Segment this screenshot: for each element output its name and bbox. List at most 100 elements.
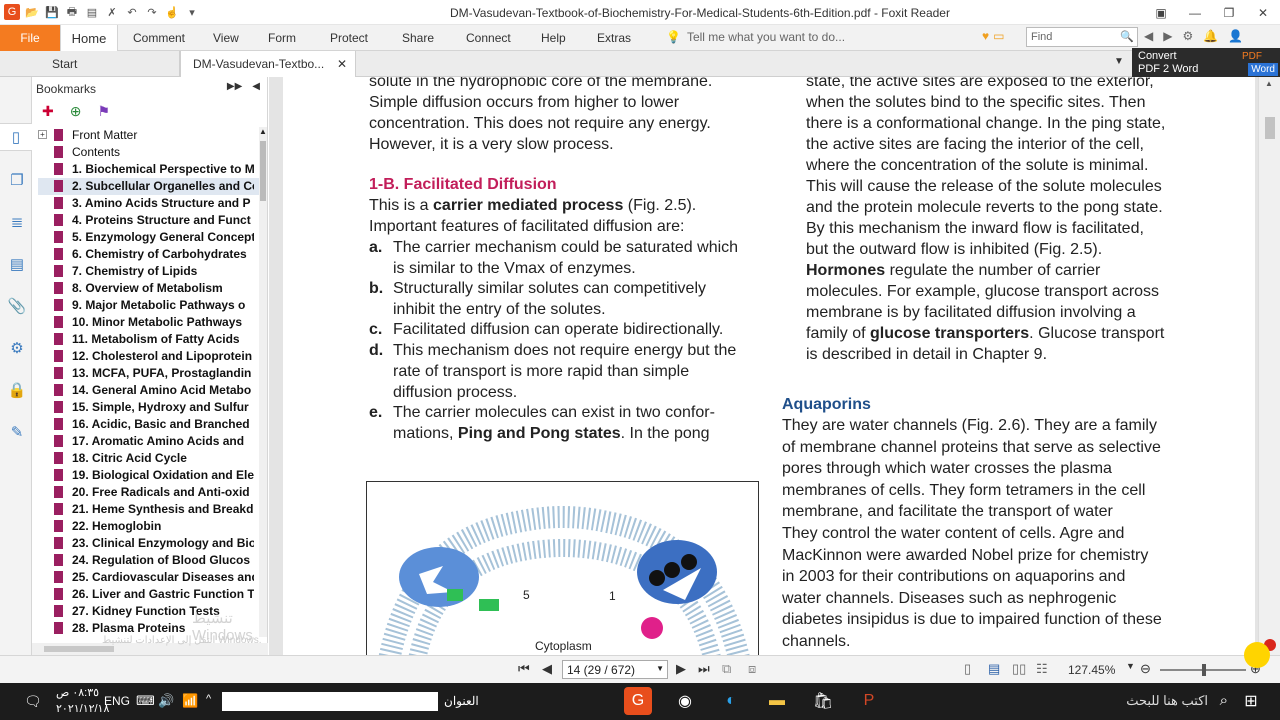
chrome-icon[interactable]: ◉ — [670, 687, 700, 715]
bookmark-item[interactable]: 10. Minor Metabolic Pathways — [38, 314, 262, 331]
input-language[interactable]: ENG — [104, 694, 130, 708]
open-folder-icon[interactable]: 📂 — [24, 4, 40, 20]
fit-width-icon[interactable]: ⧈ — [748, 661, 756, 677]
properties-icon[interactable]: ▤ — [84, 4, 100, 20]
tray-chevron-icon[interactable]: ^ — [206, 693, 211, 705]
previous-page-icon[interactable]: ◀ — [542, 661, 552, 677]
tab-start[interactable]: Start — [40, 51, 180, 77]
taskbar-search-icon[interactable]: ⌕ — [1220, 692, 1228, 709]
facing-page-icon[interactable]: ▯▯ — [1012, 661, 1026, 677]
store-icon[interactable]: 🛍 — [808, 687, 838, 715]
address-toolbar-input[interactable] — [222, 692, 438, 711]
bookmark-item[interactable]: 20. Free Radicals and Anti-oxid — [38, 484, 262, 501]
bookmark-item[interactable]: 13. MCFA, PUFA, Prostaglandin — [38, 365, 262, 382]
forward-icon[interactable]: ▶ — [1163, 29, 1172, 43]
search-icon[interactable]: 🔍 — [1120, 30, 1134, 43]
pages-panel-icon[interactable]: ❐ — [6, 169, 28, 191]
tab-comment[interactable]: Comment — [133, 31, 185, 45]
zoom-out-icon[interactable]: ⊖ — [1140, 661, 1151, 677]
bookmark-item[interactable]: + Front Matter — [38, 127, 262, 144]
tab-share[interactable]: Share — [402, 31, 434, 45]
customize-dropdown-icon[interactable]: ▾ — [184, 4, 200, 20]
bookmark-item[interactable]: 4. Proteins Structure and Funct — [38, 212, 262, 229]
bookmark-item[interactable]: 17. Aromatic Amino Acids and — [38, 433, 262, 450]
bookmark-item[interactable]: 3. Amino Acids Structure and P — [38, 195, 262, 212]
bookmark-item[interactable]: 24. Regulation of Blood Glucos — [38, 552, 262, 569]
fit-page-icon[interactable]: ⧉ — [722, 661, 731, 677]
tab-file[interactable]: File — [0, 25, 60, 51]
tab-form[interactable]: Form — [268, 31, 296, 45]
file-explorer-icon[interactable]: ▬ — [762, 687, 792, 715]
bookmark-item[interactable]: 14. General Amino Acid Metabo — [38, 382, 262, 399]
next-page-icon[interactable]: ▶ — [676, 661, 686, 677]
page-number-input[interactable]: 14 (29 / 672) ▼ — [562, 660, 668, 679]
expand-panel-icon[interactable]: ▶▶ — [227, 81, 242, 92]
document-view[interactable]: solute in the hydrophobic core of the me… — [269, 77, 1269, 655]
convert-pdf-to-word-banner[interactable]: Convert PDF 2 Word PDF Word — [1132, 48, 1280, 78]
bookmark-flag-icon[interactable]: ⚑ — [97, 103, 110, 120]
taskbar-search-placeholder[interactable]: اكتب هنا للبحث — [1126, 693, 1208, 709]
clock-time[interactable]: ٠٨:٣٥ ص — [56, 686, 99, 699]
document-vertical-scrollbar[interactable]: ▲ — [1258, 77, 1280, 655]
close-tab-icon[interactable]: ✕ — [337, 57, 347, 71]
notification-icon[interactable]: 🔔 — [1203, 29, 1218, 43]
restore-button[interactable]: ❐ — [1212, 0, 1246, 25]
bookmark-item[interactable]: 26. Liver and Gastric Function T — [38, 586, 262, 603]
zoom-slider-thumb[interactable] — [1202, 664, 1206, 676]
find-input[interactable]: Find 🔍 — [1026, 27, 1138, 47]
bookmark-item[interactable]: 7. Chemistry of Lipids — [38, 263, 262, 280]
zoom-level[interactable]: 127.45% — [1068, 663, 1115, 677]
edge-icon[interactable]: ◐ — [716, 687, 746, 715]
security-panel-icon[interactable]: ⚙ — [6, 337, 28, 359]
lock-icon[interactable]: 🔒 — [6, 379, 28, 401]
bookmark-item[interactable]: 22. Hemoglobin — [38, 518, 262, 535]
continuous-facing-icon[interactable]: ☷ — [1036, 661, 1048, 677]
powerpoint-icon[interactable]: P — [854, 687, 884, 715]
settings-icon[interactable]: ⚙ — [1182, 29, 1193, 43]
first-page-icon[interactable]: ⏮ — [518, 661, 530, 677]
volume-icon[interactable]: 🔊 — [158, 693, 174, 709]
undo-icon[interactable]: ↶ — [124, 4, 140, 20]
add-bookmark-icon[interactable]: ✚ — [42, 103, 54, 120]
bookmark-find-icon[interactable]: ⊕ — [70, 103, 82, 120]
bookmark-item[interactable]: 15. Simple, Hydroxy and Sulfur — [38, 399, 262, 416]
bookmarks-panel-icon[interactable]: ▯ — [0, 123, 32, 151]
hand-tool-icon[interactable]: ☝ — [164, 4, 180, 20]
user-icon[interactable]: 👤 — [1228, 29, 1243, 43]
bookmark-item[interactable]: 19. Biological Oxidation and Ele — [38, 467, 262, 484]
comments-panel-icon[interactable]: ▤ — [6, 253, 28, 275]
print-icon[interactable]: 🖶 — [64, 4, 80, 20]
save-icon[interactable]: 💾 — [44, 4, 60, 20]
layers-panel-icon[interactable]: ≣ — [6, 211, 28, 233]
keyboard-icon[interactable]: ⌨ — [136, 693, 155, 709]
back-icon[interactable]: ◀ — [1144, 29, 1153, 43]
last-page-icon[interactable]: ⏭ — [698, 661, 710, 677]
tab-home[interactable]: Home — [60, 25, 118, 51]
clock-date[interactable]: ٢٠٢١/١٢/١٨ — [56, 702, 109, 715]
bookmark-item[interactable]: 8. Overview of Metabolism — [38, 280, 262, 297]
comment-icon[interactable]: ▭ — [993, 29, 1004, 43]
tab-extras[interactable]: Extras — [597, 31, 631, 45]
tabs-dropdown-icon[interactable]: ▼ — [1114, 56, 1124, 67]
redo-icon[interactable]: ↷ — [144, 4, 160, 20]
bookmark-item[interactable]: 23. Clinical Enzymology and Bio — [38, 535, 262, 552]
bookmark-item[interactable]: 16. Acidic, Basic and Branched — [38, 416, 262, 433]
bookmark-item[interactable]: 6. Chemistry of Carbohydrates — [38, 246, 262, 263]
bookmark-item[interactable]: 21. Heme Synthesis and Breakd — [38, 501, 262, 518]
bookmark-item[interactable]: 9. Major Metabolic Pathways o — [38, 297, 262, 314]
page-dropdown-icon[interactable]: ▼ — [656, 664, 664, 673]
tell-me-box[interactable]: 💡 Tell me what you want to do... — [666, 30, 845, 44]
bookmark-item[interactable]: 5. Enzymology General Concept — [38, 229, 262, 246]
scroll-up-icon[interactable]: ▲ — [1265, 79, 1273, 88]
tab-connect[interactable]: Connect — [466, 31, 511, 45]
bookmarks-vertical-scrollbar[interactable]: ▲ — [259, 127, 267, 637]
document-scroll-thumb[interactable] — [1265, 117, 1275, 139]
bookmark-item[interactable]: 11. Metabolism of Fatty Acids — [38, 331, 262, 348]
heart-icon[interactable]: ♥ — [982, 29, 989, 43]
bookmark-item[interactable]: 12. Cholesterol and Lipoprotein — [38, 348, 262, 365]
bookmark-item[interactable]: Contents — [38, 144, 262, 161]
expand-node-icon[interactable]: + — [38, 130, 47, 139]
bookmarks-scroll-thumb[interactable] — [260, 141, 266, 201]
single-page-icon[interactable]: ▯ — [964, 661, 971, 677]
wifi-icon[interactable]: 📶 — [182, 693, 198, 709]
